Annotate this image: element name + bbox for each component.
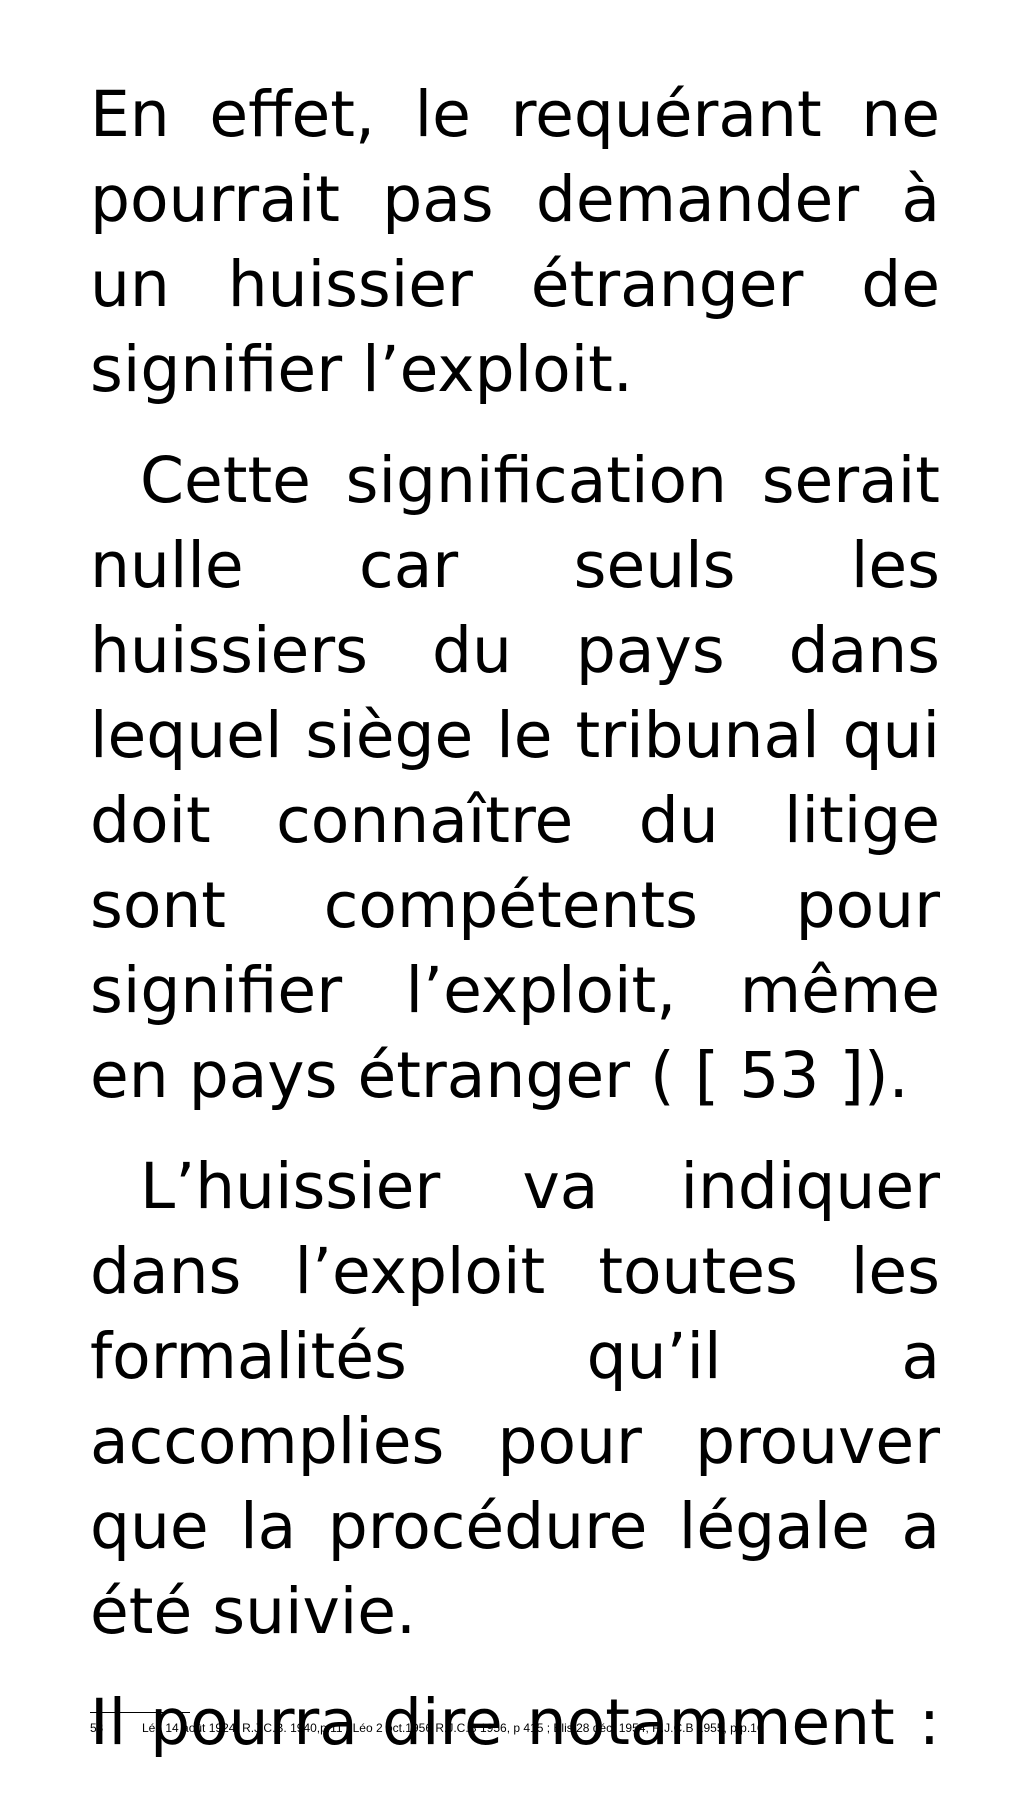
paragraph-2: Cette signification serait nulle car seu… bbox=[90, 444, 940, 1112]
footnote-text: Léo 14 août 1924, R.J.C.B. 1940,p.11 ; L… bbox=[142, 1721, 764, 1735]
document-body: En effet, le requérant ne pourrait pas d… bbox=[90, 72, 940, 1765]
footnote-separator bbox=[90, 1712, 190, 1713]
footnote-number: 53 bbox=[90, 1721, 104, 1735]
paragraph-1: En effet, le requérant ne pourrait pas d… bbox=[90, 78, 940, 406]
footnote: 53 Léo 14 août 1924, R.J.C.B. 1940,p.11 ;… bbox=[90, 1720, 940, 1736]
paragraph-3: L’huissier va indiquer dans l’exploit to… bbox=[90, 1150, 940, 1648]
